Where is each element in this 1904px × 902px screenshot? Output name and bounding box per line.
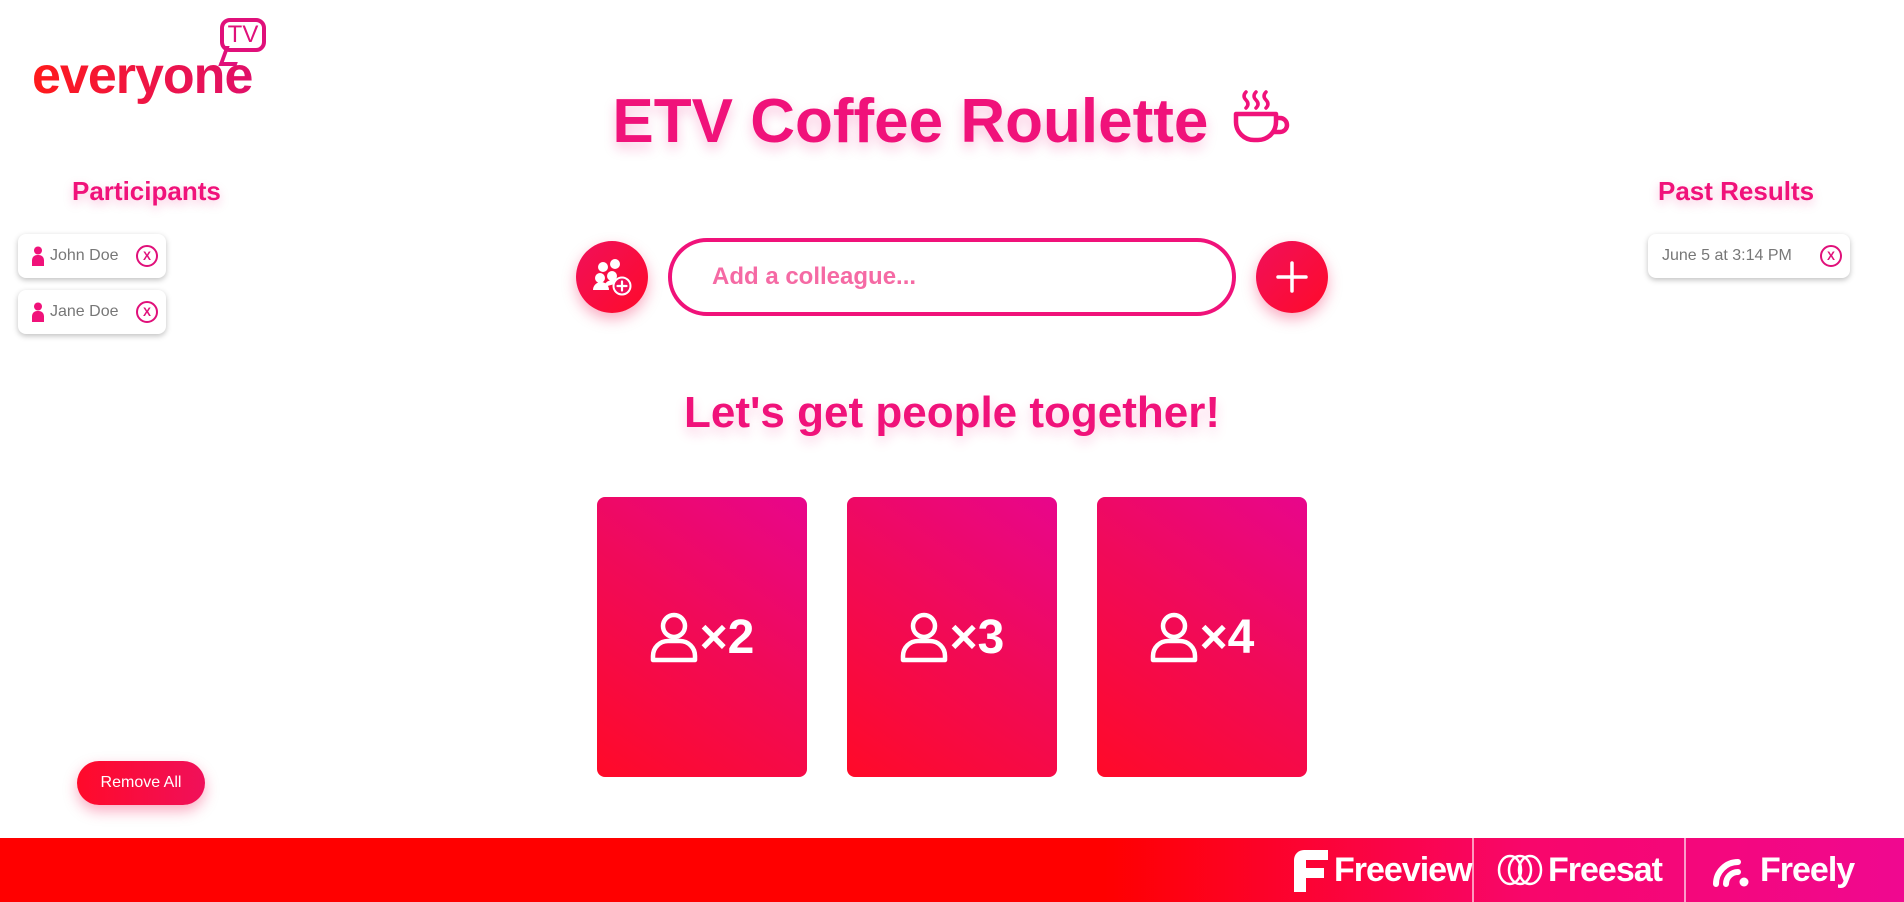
page: everyone TV ETV Coffee Roulette Particip… [0, 0, 1904, 902]
group-add-icon [593, 259, 632, 296]
group-of-2-card[interactable]: ×2 [597, 497, 807, 777]
person-outline-icon [1150, 612, 1197, 663]
person-outline-icon [900, 612, 947, 663]
freesat-mark-icon [1497, 854, 1543, 886]
add-colleague-button[interactable] [1256, 241, 1328, 313]
participants-heading: Participants [72, 176, 221, 206]
group-size-label: ×3 [949, 610, 1005, 664]
remove-participant-button[interactable]: X [136, 301, 158, 323]
footer-banner: Freeview Freesat Freely [0, 838, 1904, 902]
page-title-text: ETV Coffee Roulette [612, 87, 1209, 156]
remove-all-button[interactable]: Remove All [77, 761, 205, 805]
participant-name: Jane Doe [50, 303, 119, 320]
past-result-label: June 5 at 3:14 PM [1662, 247, 1792, 264]
freely-label: Freely [1760, 850, 1855, 889]
past-results-heading: Past Results [1658, 176, 1815, 206]
participant-name: John Doe [50, 247, 119, 264]
coffee-cup-icon [1233, 90, 1289, 143]
past-result-chip[interactable]: June 5 at 3:14 PM X [1648, 234, 1850, 278]
freely-logo: Freely [1712, 838, 1855, 902]
colleague-input[interactable] [668, 238, 1236, 316]
group-size-label: ×2 [699, 610, 755, 664]
freely-mark-icon [1713, 859, 1749, 887]
group-of-3-card[interactable]: ×3 [847, 497, 1057, 777]
freesat-label: Freesat [1548, 850, 1663, 889]
group-of-4-card[interactable]: ×4 [1097, 497, 1307, 777]
participant-chip: Jane Doe X [18, 290, 166, 334]
freeview-logo: Freeview [1290, 838, 1473, 902]
freesat-logo: Freesat [1496, 838, 1663, 902]
footer-divider [1684, 838, 1686, 902]
plus-icon [1276, 261, 1308, 293]
remove-result-button[interactable]: X [1820, 245, 1842, 267]
add-group-button[interactable] [576, 241, 648, 313]
participant-chip: John Doe X [18, 234, 166, 278]
freeview-mark-icon [1294, 850, 1328, 892]
person-icon [32, 302, 44, 322]
footer-divider [1472, 838, 1474, 902]
remove-participant-button[interactable]: X [136, 245, 158, 267]
subtitle: Let's get people together! [683, 388, 1221, 437]
person-outline-icon [650, 612, 697, 663]
everyone-tv-logo[interactable]: everyone TV [32, 16, 282, 105]
page-title: ETV Coffee Roulette [0, 86, 1904, 157]
group-size-label: ×4 [1199, 610, 1255, 664]
freeview-label: Freeview [1334, 850, 1473, 889]
person-icon [32, 246, 44, 266]
